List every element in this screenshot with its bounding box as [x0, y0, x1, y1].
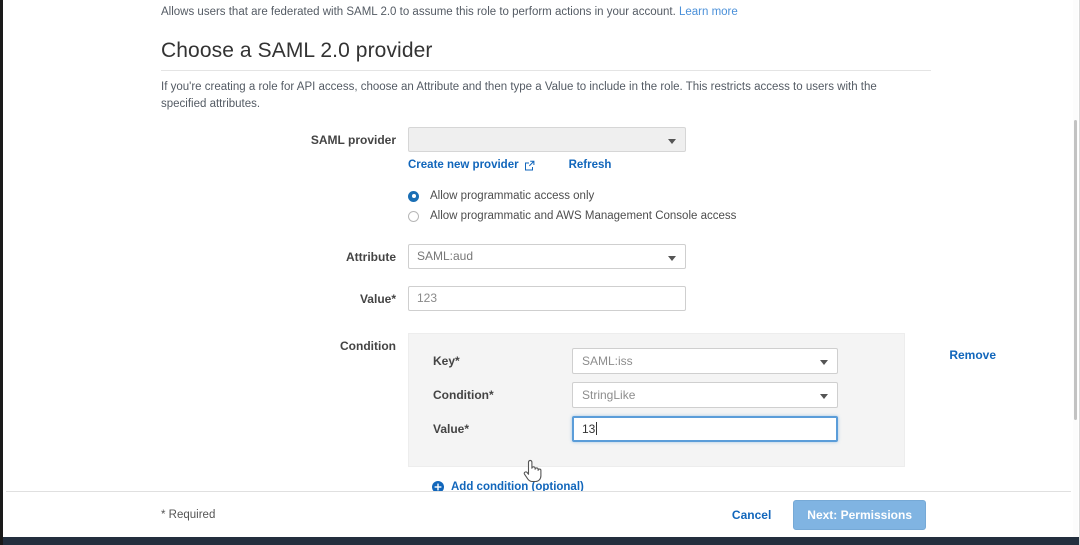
- row-value: Value* 123: [161, 286, 933, 311]
- access-type-radio-group: Allow programmatic access only Allow pro…: [408, 186, 933, 226]
- radio-option-programmatic-only[interactable]: Allow programmatic access only: [408, 186, 933, 206]
- row-attribute: Attribute SAML:aud: [161, 244, 933, 269]
- intro-text: Allows users that are federated with SAM…: [161, 6, 676, 18]
- cancel-button[interactable]: Cancel: [732, 508, 771, 522]
- radio-icon-selected[interactable]: [408, 190, 419, 202]
- chevron-down-icon: [668, 139, 676, 144]
- radio-label-programmatic-only: Allow programmatic access only: [430, 190, 595, 202]
- row-condition: Condition Key* SAML:iss Condition* Strin…: [161, 333, 996, 493]
- attribute-label: Attribute: [346, 250, 396, 264]
- attribute-select[interactable]: SAML:aud: [408, 244, 686, 269]
- page-title: Choose a SAML 2.0 provider: [161, 39, 433, 62]
- chevron-down-icon: [668, 256, 676, 261]
- title-divider: [161, 70, 931, 71]
- learn-more-link[interactable]: Learn more: [679, 6, 738, 18]
- chevron-down-icon: [820, 360, 828, 365]
- next-permissions-button[interactable]: Next: Permissions: [793, 499, 926, 530]
- condition-value-row: Value* 13: [409, 416, 904, 442]
- footer-actions: Cancel Next: Permissions: [732, 499, 926, 530]
- condition-operator-row: Condition* StringLike: [409, 382, 904, 408]
- condition-operator-label: Condition*: [433, 388, 494, 402]
- saml-provider-field-col: Create new provider Refresh Allow progra…: [408, 127, 933, 226]
- condition-operator-value: StringLike: [582, 388, 636, 402]
- create-new-provider-label: Create new provider: [408, 159, 519, 171]
- radio-option-programmatic-and-console[interactable]: Allow programmatic and AWS Management Co…: [408, 206, 933, 226]
- saml-provider-select[interactable]: [408, 127, 686, 152]
- condition-value-input[interactable]: 13: [572, 416, 838, 442]
- saml-form: SAML provider Create new provider Refres…: [161, 127, 996, 493]
- intro-paragraph: Allows users that are federated with SAM…: [161, 0, 933, 20]
- console-bottom-bar: [3, 537, 1079, 545]
- chevron-down-icon: [820, 394, 828, 399]
- footer-bar: * Required Cancel Next: Permissions: [6, 491, 1078, 537]
- scrollbar-thumb[interactable]: [1074, 120, 1077, 420]
- provider-links: Create new provider Refresh: [408, 159, 933, 171]
- radio-label-programmatic-and-console: Allow programmatic and AWS Management Co…: [430, 210, 737, 222]
- condition-value-label: Value*: [433, 422, 470, 436]
- condition-field-col: Key* SAML:iss Condition* StringLike Valu…: [408, 333, 996, 493]
- refresh-link[interactable]: Refresh: [569, 159, 612, 171]
- condition-key-label: Key*: [433, 354, 460, 368]
- row-saml-provider: SAML provider Create new provider Refres…: [161, 127, 933, 226]
- value-label: Value*: [359, 292, 396, 306]
- attribute-value: SAML:aud: [417, 249, 474, 263]
- condition-operator-select[interactable]: StringLike: [572, 382, 838, 408]
- saml-provider-label: SAML provider: [310, 133, 396, 147]
- content-column: Allows users that are federated with SAM…: [161, 0, 996, 493]
- remove-condition-link[interactable]: Remove: [949, 348, 996, 362]
- text-caret: [596, 422, 598, 435]
- value-input-text: 123: [417, 291, 438, 305]
- page-scrollbar[interactable]: [1071, 0, 1079, 545]
- radio-icon-unselected[interactable]: [408, 210, 419, 222]
- condition-key-row: Key* SAML:iss: [409, 348, 904, 374]
- page-frame: Allows users that are federated with SAM…: [0, 0, 1080, 545]
- condition-key-value: SAML:iss: [582, 354, 633, 368]
- attribute-field-col: SAML:aud: [408, 244, 933, 269]
- condition-key-select[interactable]: SAML:iss: [572, 348, 838, 374]
- value-input[interactable]: 123: [408, 286, 686, 311]
- condition-value-text: 13: [582, 422, 596, 436]
- value-field-col: 123: [408, 286, 933, 311]
- condition-label: Condition: [340, 339, 396, 353]
- section-description: If you're creating a role for API access…: [161, 81, 877, 110]
- condition-panel: Key* SAML:iss Condition* StringLike Valu…: [408, 333, 996, 467]
- required-note: * Required: [161, 508, 216, 521]
- create-new-provider-link[interactable]: Create new provider: [408, 159, 535, 171]
- external-link-icon: [524, 160, 535, 171]
